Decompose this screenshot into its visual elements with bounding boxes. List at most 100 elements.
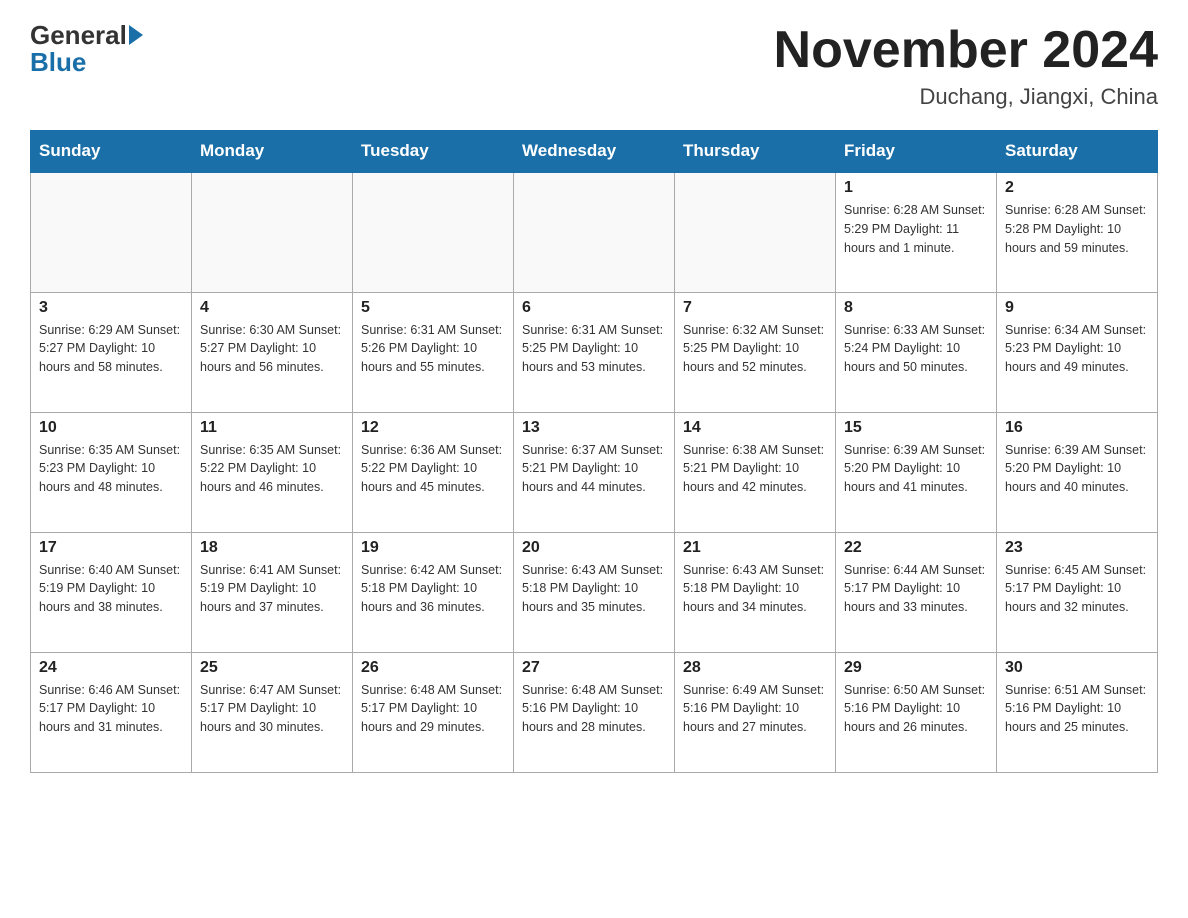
weekday-header-wednesday: Wednesday	[514, 131, 675, 173]
day-info: Sunrise: 6:38 AM Sunset: 5:21 PM Dayligh…	[683, 441, 827, 497]
logo-triangle-icon	[129, 25, 143, 45]
calendar-cell: 15 Sunrise: 6:39 AM Sunset: 5:20 PM Dayli…	[836, 412, 997, 532]
day-info: Sunrise: 6:28 AM Sunset: 5:29 PM Dayligh…	[844, 201, 988, 257]
calendar-cell: 19 Sunrise: 6:42 AM Sunset: 5:18 PM Dayli…	[353, 532, 514, 652]
day-number: 20	[522, 539, 666, 557]
day-info: Sunrise: 6:31 AM Sunset: 5:25 PM Dayligh…	[522, 321, 666, 377]
location-text: Duchang, Jiangxi, China	[774, 84, 1158, 110]
calendar-cell: 20 Sunrise: 6:43 AM Sunset: 5:18 PM Dayli…	[514, 532, 675, 652]
day-number: 25	[200, 659, 344, 677]
month-title: November 2024	[774, 20, 1158, 80]
day-number: 9	[1005, 299, 1149, 317]
day-info: Sunrise: 6:37 AM Sunset: 5:21 PM Dayligh…	[522, 441, 666, 497]
calendar-cell: 14 Sunrise: 6:38 AM Sunset: 5:21 PM Dayli…	[675, 412, 836, 532]
day-number: 18	[200, 539, 344, 557]
calendar-cell: 25Sunrise: 6:47 AM Sunset: 5:17 PM Dayli…	[192, 652, 353, 772]
calendar-cell: 30Sunrise: 6:51 AM Sunset: 5:16 PM Dayli…	[997, 652, 1158, 772]
calendar-cell: 18 Sunrise: 6:41 AM Sunset: 5:19 PM Dayli…	[192, 532, 353, 652]
calendar-week-row: 10 Sunrise: 6:35 AM Sunset: 5:23 PM Dayli…	[31, 412, 1158, 532]
day-number: 26	[361, 659, 505, 677]
day-info: Sunrise: 6:30 AM Sunset: 5:27 PM Dayligh…	[200, 321, 344, 377]
calendar-cell: 9 Sunrise: 6:34 AM Sunset: 5:23 PM Daylig…	[997, 292, 1158, 412]
calendar-cell: 4Sunrise: 6:30 AM Sunset: 5:27 PM Daylig…	[192, 292, 353, 412]
day-number: 17	[39, 539, 183, 557]
calendar-cell: 2 Sunrise: 6:28 AM Sunset: 5:28 PM Daylig…	[997, 172, 1158, 292]
day-number: 2	[1005, 179, 1149, 197]
calendar-cell: 3 Sunrise: 6:29 AM Sunset: 5:27 PM Daylig…	[31, 292, 192, 412]
day-info: Sunrise: 6:34 AM Sunset: 5:23 PM Dayligh…	[1005, 321, 1149, 377]
day-number: 6	[522, 299, 666, 317]
calendar-cell: 16Sunrise: 6:39 AM Sunset: 5:20 PM Dayli…	[997, 412, 1158, 532]
calendar-cell	[514, 172, 675, 292]
day-info: Sunrise: 6:48 AM Sunset: 5:17 PM Dayligh…	[361, 681, 505, 737]
day-info: Sunrise: 6:33 AM Sunset: 5:24 PM Dayligh…	[844, 321, 988, 377]
calendar-cell: 17 Sunrise: 6:40 AM Sunset: 5:19 PM Dayli…	[31, 532, 192, 652]
calendar-cell: 7Sunrise: 6:32 AM Sunset: 5:25 PM Daylig…	[675, 292, 836, 412]
day-info: Sunrise: 6:46 AM Sunset: 5:17 PM Dayligh…	[39, 681, 183, 737]
day-info: Sunrise: 6:31 AM Sunset: 5:26 PM Dayligh…	[361, 321, 505, 377]
day-info: Sunrise: 6:39 AM Sunset: 5:20 PM Dayligh…	[1005, 441, 1149, 497]
day-info: Sunrise: 6:35 AM Sunset: 5:22 PM Dayligh…	[200, 441, 344, 497]
day-number: 14	[683, 419, 827, 437]
day-number: 29	[844, 659, 988, 677]
day-info: Sunrise: 6:36 AM Sunset: 5:22 PM Dayligh…	[361, 441, 505, 497]
day-info: Sunrise: 6:50 AM Sunset: 5:16 PM Dayligh…	[844, 681, 988, 737]
calendar-cell: 1 Sunrise: 6:28 AM Sunset: 5:29 PM Daylig…	[836, 172, 997, 292]
day-info: Sunrise: 6:35 AM Sunset: 5:23 PM Dayligh…	[39, 441, 183, 497]
day-number: 7	[683, 299, 827, 317]
calendar-cell: 6 Sunrise: 6:31 AM Sunset: 5:25 PM Daylig…	[514, 292, 675, 412]
day-number: 22	[844, 539, 988, 557]
day-info: Sunrise: 6:44 AM Sunset: 5:17 PM Dayligh…	[844, 561, 988, 617]
calendar-cell	[675, 172, 836, 292]
day-number: 15	[844, 419, 988, 437]
calendar-cell: 13Sunrise: 6:37 AM Sunset: 5:21 PM Dayli…	[514, 412, 675, 532]
weekday-header-sunday: Sunday	[31, 131, 192, 173]
day-number: 10	[39, 419, 183, 437]
calendar-cell: 27 Sunrise: 6:48 AM Sunset: 5:16 PM Dayli…	[514, 652, 675, 772]
day-number: 12	[361, 419, 505, 437]
weekday-header-saturday: Saturday	[997, 131, 1158, 173]
calendar-cell: 23Sunrise: 6:45 AM Sunset: 5:17 PM Dayli…	[997, 532, 1158, 652]
day-info: Sunrise: 6:48 AM Sunset: 5:16 PM Dayligh…	[522, 681, 666, 737]
day-info: Sunrise: 6:43 AM Sunset: 5:18 PM Dayligh…	[683, 561, 827, 617]
day-number: 30	[1005, 659, 1149, 677]
day-number: 24	[39, 659, 183, 677]
day-info: Sunrise: 6:40 AM Sunset: 5:19 PM Dayligh…	[39, 561, 183, 617]
day-info: Sunrise: 6:28 AM Sunset: 5:28 PM Dayligh…	[1005, 201, 1149, 257]
page-header: General Blue November 2024 Duchang, Jian…	[30, 20, 1158, 110]
day-number: 27	[522, 659, 666, 677]
day-info: Sunrise: 6:41 AM Sunset: 5:19 PM Dayligh…	[200, 561, 344, 617]
calendar-cell: 28Sunrise: 6:49 AM Sunset: 5:16 PM Dayli…	[675, 652, 836, 772]
logo: General Blue	[30, 20, 145, 78]
calendar-cell: 10 Sunrise: 6:35 AM Sunset: 5:23 PM Dayli…	[31, 412, 192, 532]
day-number: 19	[361, 539, 505, 557]
weekday-header-friday: Friday	[836, 131, 997, 173]
calendar-week-row: 24 Sunrise: 6:46 AM Sunset: 5:17 PM Dayli…	[31, 652, 1158, 772]
calendar-week-row: 3 Sunrise: 6:29 AM Sunset: 5:27 PM Daylig…	[31, 292, 1158, 412]
day-info: Sunrise: 6:45 AM Sunset: 5:17 PM Dayligh…	[1005, 561, 1149, 617]
title-area: November 2024 Duchang, Jiangxi, China	[774, 20, 1158, 110]
logo-blue-text: Blue	[30, 47, 86, 78]
calendar-cell: 24 Sunrise: 6:46 AM Sunset: 5:17 PM Dayli…	[31, 652, 192, 772]
calendar-cell: 8Sunrise: 6:33 AM Sunset: 5:24 PM Daylig…	[836, 292, 997, 412]
weekday-header-thursday: Thursday	[675, 131, 836, 173]
calendar-table: SundayMondayTuesdayWednesdayThursdayFrid…	[30, 130, 1158, 773]
calendar-cell: 12 Sunrise: 6:36 AM Sunset: 5:22 PM Dayli…	[353, 412, 514, 532]
calendar-cell: 22 Sunrise: 6:44 AM Sunset: 5:17 PM Dayli…	[836, 532, 997, 652]
calendar-week-row: 17 Sunrise: 6:40 AM Sunset: 5:19 PM Dayli…	[31, 532, 1158, 652]
day-number: 11	[200, 419, 344, 437]
day-number: 21	[683, 539, 827, 557]
weekday-header-row: SundayMondayTuesdayWednesdayThursdayFrid…	[31, 131, 1158, 173]
calendar-cell: 21 Sunrise: 6:43 AM Sunset: 5:18 PM Dayli…	[675, 532, 836, 652]
day-info: Sunrise: 6:43 AM Sunset: 5:18 PM Dayligh…	[522, 561, 666, 617]
calendar-cell	[353, 172, 514, 292]
weekday-header-monday: Monday	[192, 131, 353, 173]
day-info: Sunrise: 6:29 AM Sunset: 5:27 PM Dayligh…	[39, 321, 183, 377]
day-number: 1	[844, 179, 988, 197]
day-number: 3	[39, 299, 183, 317]
calendar-cell: 26 Sunrise: 6:48 AM Sunset: 5:17 PM Dayli…	[353, 652, 514, 772]
day-info: Sunrise: 6:49 AM Sunset: 5:16 PM Dayligh…	[683, 681, 827, 737]
day-info: Sunrise: 6:39 AM Sunset: 5:20 PM Dayligh…	[844, 441, 988, 497]
calendar-cell: 11 Sunrise: 6:35 AM Sunset: 5:22 PM Dayli…	[192, 412, 353, 532]
day-info: Sunrise: 6:42 AM Sunset: 5:18 PM Dayligh…	[361, 561, 505, 617]
